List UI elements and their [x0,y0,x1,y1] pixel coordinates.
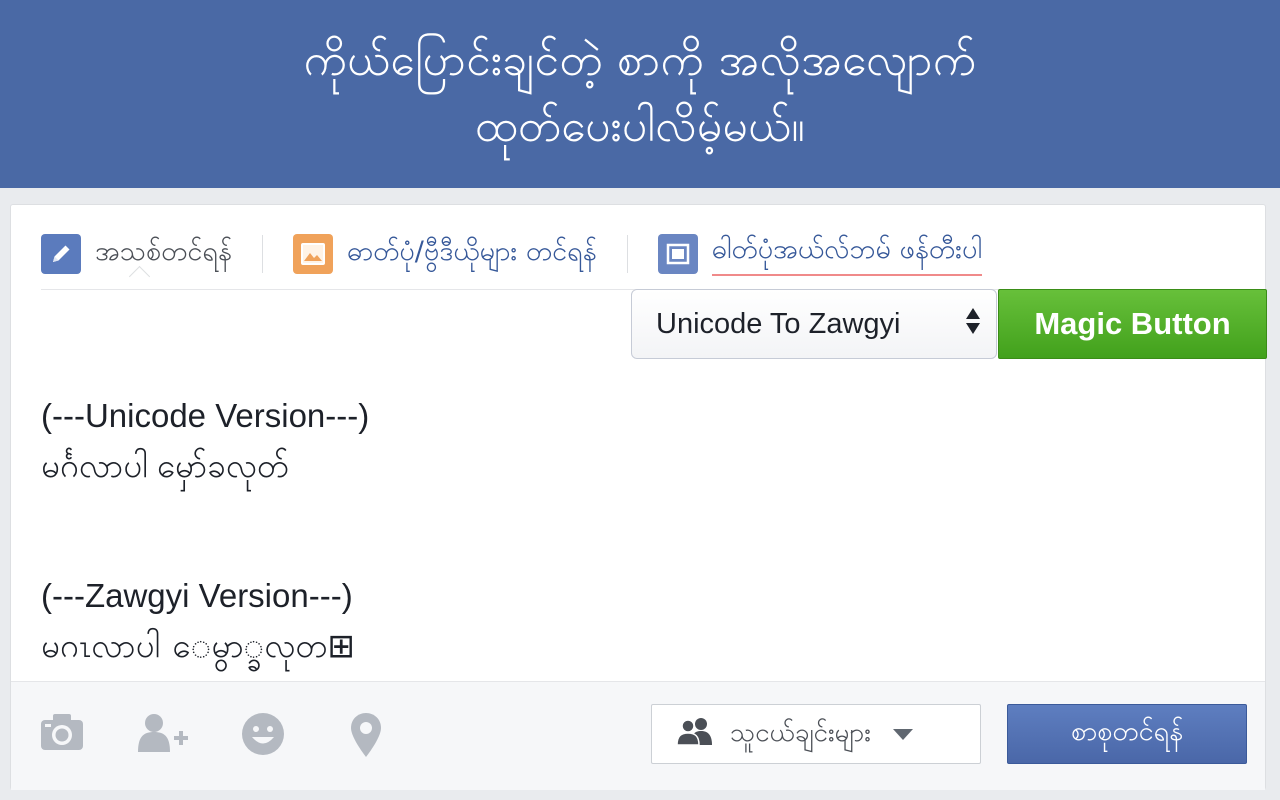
album-icon [657,234,698,274]
tab-status-label: အသစ်တင်ရန် [95,236,232,267]
photo-icon [292,234,333,274]
banner-line-2: ထုတ်ပေးပါလိမ့်မယ်။ [474,101,806,152]
emoji-icon[interactable] [241,712,285,760]
post-text-area[interactable]: (---Unicode Version---) မင်္ဂလာပါ မှော်ခ… [41,391,1241,681]
tab-divider [626,235,628,273]
camera-icon[interactable] [39,712,85,756]
post-composer-card: အသစ်တင်ရန် ဓာတ်ပုံ/ဗွီဒီယိုများ တင်ရန် ဓ… [10,204,1267,790]
composer-footer: သူငယ်ချင်းများ စာစုတင်ရန် [11,681,1265,790]
tag-friend-icon[interactable] [136,712,192,758]
chevron-down-icon [892,728,913,740]
pencil-icon [41,234,81,274]
tab-divider [261,235,263,273]
tab-album-label: ဓါတ်ပုံအယ်လ်ဘမ် ဖန်တီးပါ [711,232,983,276]
zawgyi-text: မဂၤလာပါ ေမွာ္ခလုတ⊞ [41,627,355,664]
conversion-mode-value: Unicode To Zawgyi [656,307,901,340]
audience-label: သူငယ်ချင်းများ [730,717,871,748]
friends-icon [676,717,714,752]
tab-photo-video[interactable]: ဓာတ်ပုံ/ဗွီဒီယိုများ တင်ရန် [292,226,597,282]
unicode-heading: (---Unicode Version---) [41,397,370,434]
post-button[interactable]: စာစုတင်ရန် [1007,704,1247,764]
conversion-mode-select[interactable]: Unicode To Zawgyi [631,289,997,359]
tab-create-album[interactable]: ဓါတ်ပုံအယ်လ်ဘမ် ဖန်တီးပါ [657,226,983,282]
unicode-text: မင်္ဂလာပါ မှော်ခလုတ် [41,447,289,484]
title-banner: ကိုယ်ပြောင်းချင်တဲ့ စာကို အလိုအလျောက် ထု… [0,0,1280,188]
zawgyi-heading: (---Zawgyi Version---) [41,577,353,614]
audience-selector[interactable]: သူငယ်ချင်းများ [651,704,981,764]
tab-photo-label: ဓာတ်ပုံ/ဗွီဒီယိုများ တင်ရန် [346,236,597,267]
location-icon[interactable] [349,712,383,762]
select-arrows-icon [966,308,980,334]
composer-tabs: အသစ်တင်ရန် ဓာတ်ပုံ/ဗွီဒီယိုများ တင်ရန် ဓ… [41,219,1237,290]
banner-line-1: ကိုယ်ပြောင်းချင်တဲ့ စာကို အလိုအလျောက် [303,35,977,86]
magic-button[interactable]: Magic Button [998,289,1267,359]
